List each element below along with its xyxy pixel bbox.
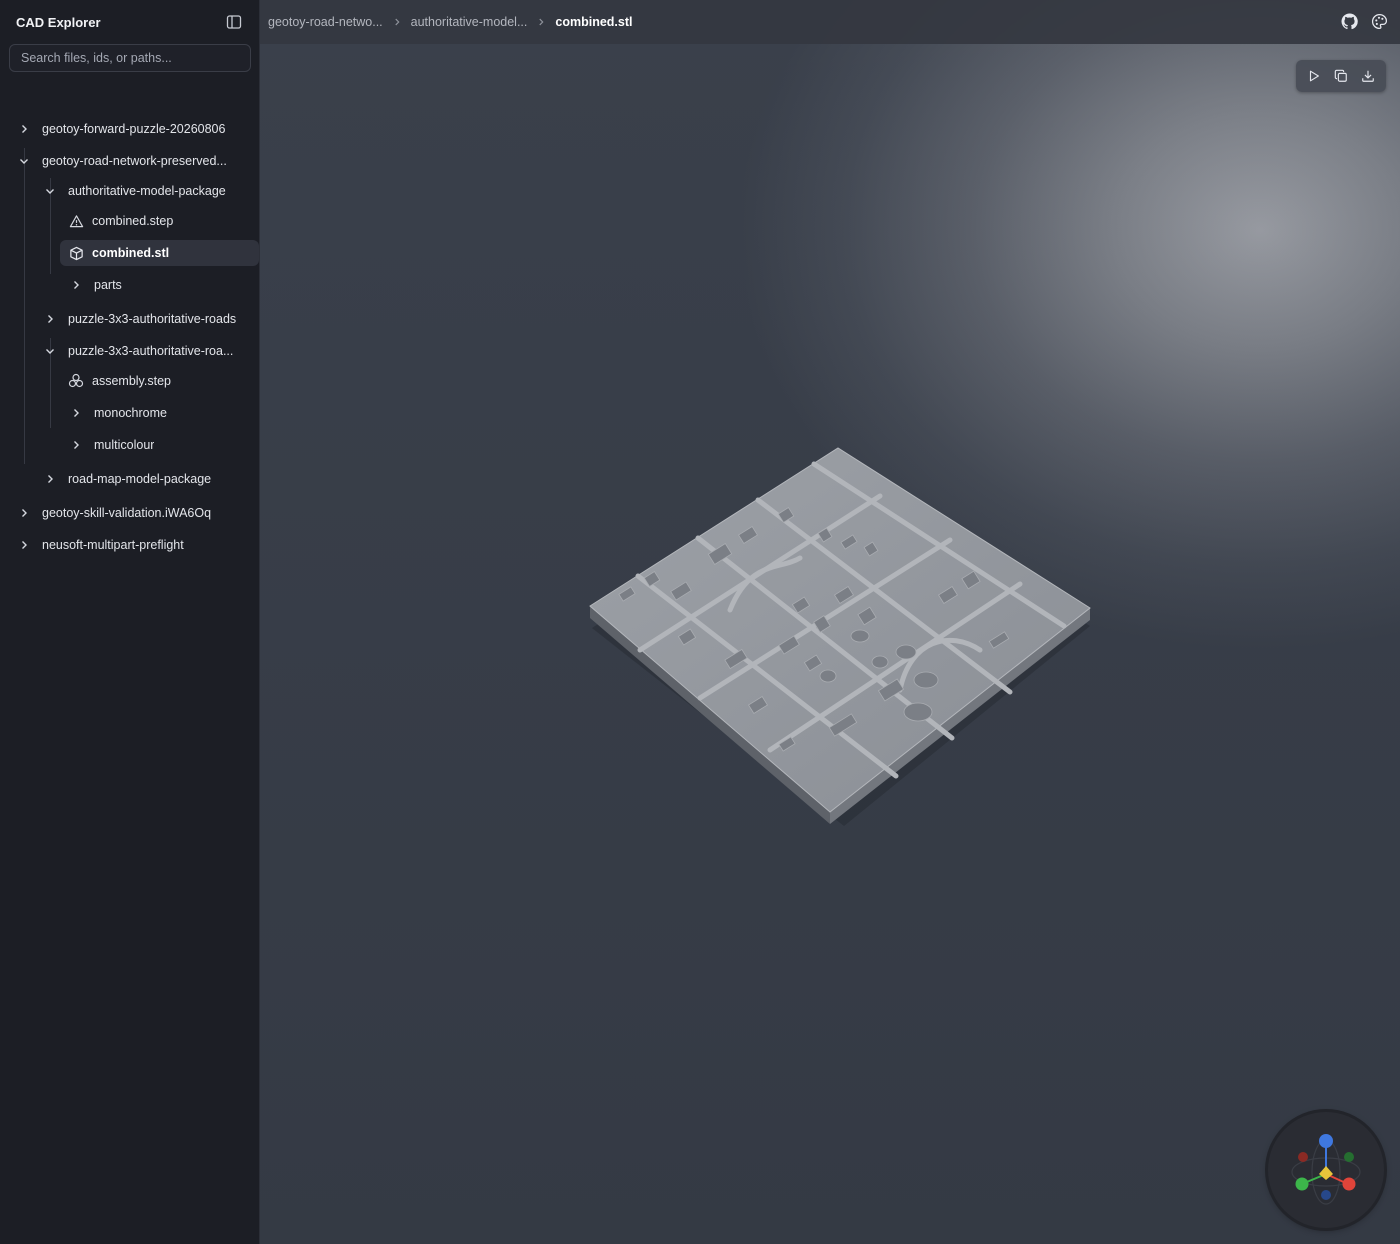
- chevron-right-icon: [533, 14, 549, 30]
- tree-item-neusoft-multipart-preflight[interactable]: neusoft-multipart-preflight: [16, 532, 252, 558]
- breadcrumb-item[interactable]: geotoy-road-netwo...: [268, 15, 383, 29]
- chevron-right-icon: [68, 405, 84, 421]
- app-window: CAD Explorer geotoy-forward-puzzle-20260…: [0, 0, 1400, 1244]
- tree-item-puzzle-authoritative-roads-expanded[interactable]: puzzle-3x3-authoritative-roa...: [42, 338, 246, 364]
- app-title: CAD Explorer: [16, 14, 101, 30]
- chevron-right-icon: [68, 277, 84, 293]
- tree-item-label: authoritative-model-package: [68, 184, 226, 198]
- tree-item-geotoy-skill-validation[interactable]: geotoy-skill-validation.iWA6Oq: [16, 500, 252, 526]
- tree-item-label: assembly.step: [92, 374, 171, 388]
- breadcrumb-item[interactable]: authoritative-model...: [411, 15, 528, 29]
- tree-item-label: combined.step: [92, 214, 174, 228]
- tree-item-label: parts: [94, 278, 122, 292]
- chevron-right-icon: [68, 437, 84, 453]
- tree-item-monochrome[interactable]: monochrome: [68, 400, 252, 426]
- tree-item-label: neusoft-multipart-preflight: [42, 538, 184, 552]
- chevron-right-icon: [16, 121, 32, 137]
- breadcrumb: geotoy-road-netwo... authoritative-model…: [268, 14, 632, 30]
- assembly-icon: [68, 373, 84, 389]
- chevron-down-icon: [42, 183, 58, 199]
- warning-triangle-icon: [68, 213, 84, 229]
- tree-item-puzzle-authoritative-roads[interactable]: puzzle-3x3-authoritative-roads: [42, 306, 252, 332]
- tree-item-combined-step[interactable]: combined.step: [60, 208, 258, 234]
- tree-item-label: puzzle-3x3-authoritative-roa...: [68, 344, 234, 358]
- chevron-right-icon: [16, 537, 32, 553]
- copy-icon[interactable]: [1331, 66, 1351, 86]
- tree-item-geotoy-forward-puzzle[interactable]: geotoy-forward-puzzle-20260806: [16, 116, 252, 142]
- tree-item-label: geotoy-forward-puzzle-20260806: [42, 122, 226, 136]
- sidebar-header: CAD Explorer: [0, 0, 259, 44]
- tree-item-assembly-step[interactable]: assembly.step: [60, 368, 252, 394]
- tree-item-geotoy-road-network[interactable]: geotoy-road-network-preserved...: [16, 148, 252, 174]
- sidebar: CAD Explorer geotoy-forward-puzzle-20260…: [0, 0, 260, 1244]
- play-icon[interactable]: [1304, 66, 1324, 86]
- viewer-toolbar: [1296, 60, 1386, 92]
- download-icon[interactable]: [1358, 66, 1378, 86]
- cube-icon: [68, 245, 84, 261]
- 3d-viewport[interactable]: geotoy-road-netwo... authoritative-model…: [260, 0, 1400, 1244]
- tree-item-multicolour[interactable]: multicolour: [68, 432, 252, 458]
- tree-item-combined-stl[interactable]: combined.stl: [60, 240, 259, 266]
- tree-item-label: geotoy-skill-validation.iWA6Oq: [42, 506, 212, 520]
- chevron-down-icon: [42, 343, 58, 359]
- tree-item-road-map-model-package[interactable]: road-map-model-package: [42, 466, 252, 492]
- chevron-right-icon: [389, 14, 405, 30]
- chevron-right-icon: [16, 505, 32, 521]
- tree-item-label: multicolour: [94, 438, 155, 452]
- github-icon[interactable]: [1340, 12, 1358, 30]
- tree-item-label: road-map-model-package: [68, 472, 212, 486]
- top-bar: geotoy-road-netwo... authoritative-model…: [260, 0, 1400, 44]
- palette-icon[interactable]: [1370, 12, 1388, 30]
- tree-item-authoritative-model-package[interactable]: authoritative-model-package: [42, 178, 252, 204]
- tree-guide: [24, 148, 25, 464]
- sidebar-toggle-icon[interactable]: [225, 13, 243, 31]
- chevron-right-icon: [42, 311, 58, 327]
- axis-gizmo-icon: [1291, 1134, 1361, 1205]
- chevron-right-icon: [42, 471, 58, 487]
- chevron-down-icon: [16, 153, 32, 169]
- tree-item-label: puzzle-3x3-authoritative-roads: [68, 312, 237, 326]
- tree-item-label: combined.stl: [92, 246, 170, 260]
- orientation-gizmo[interactable]: [1268, 1112, 1384, 1228]
- search-input[interactable]: [9, 44, 251, 72]
- breadcrumb-current: combined.stl: [555, 15, 633, 29]
- stl-model-render[interactable]: [580, 440, 1100, 840]
- tree-item-label: monochrome: [94, 406, 167, 420]
- tree-item-label: geotoy-road-network-preserved...: [42, 154, 227, 168]
- tree-item-parts[interactable]: parts: [68, 272, 252, 298]
